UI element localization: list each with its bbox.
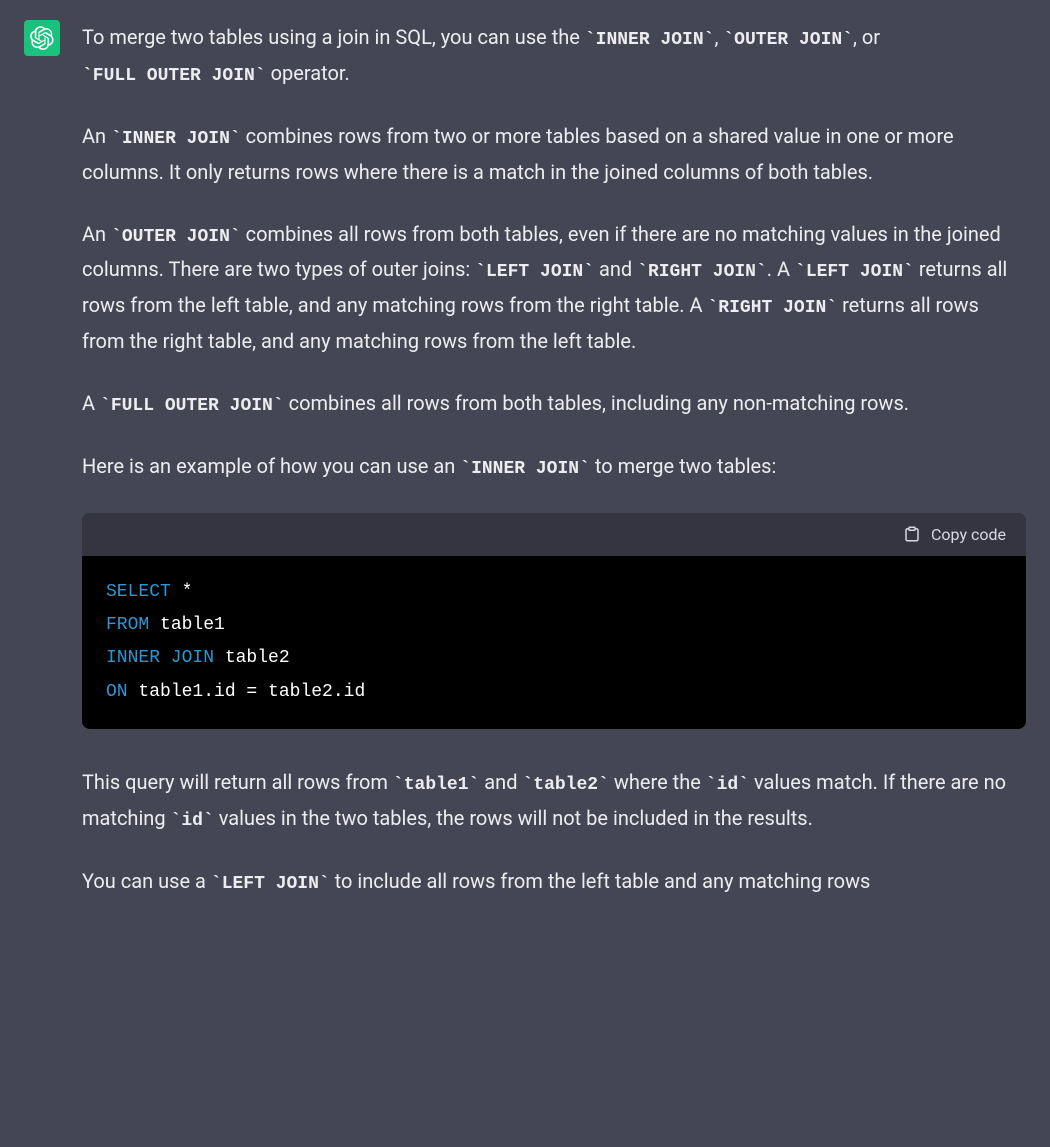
- inline-code: `FULL OUTER JOIN`: [100, 396, 284, 416]
- inline-code: `INNER JOIN`: [111, 129, 241, 149]
- code-line: FROM table1: [106, 609, 1002, 642]
- inline-code: `RIGHT JOIN`: [708, 298, 838, 318]
- copy-code-label: Copy code: [931, 525, 1006, 544]
- copy-code-button[interactable]: Copy code: [903, 525, 1006, 544]
- text: combines all rows from both tables, incl…: [284, 391, 909, 415]
- code-block: Copy code SELECT * FROM table1 INNER JOI…: [82, 513, 1026, 729]
- inline-code: `LEFT JOIN`: [795, 262, 914, 282]
- sql-text: table1: [149, 615, 225, 635]
- text: To merge two tables using a join in SQL,…: [82, 25, 585, 49]
- sql-keyword: SELECT: [106, 582, 171, 602]
- text: You can use a: [82, 869, 211, 893]
- text: and: [594, 257, 637, 281]
- inline-code: `INNER JOIN`: [460, 459, 590, 479]
- message-content: To merge two tables using a join in SQL,…: [82, 20, 1026, 900]
- text: values in the two tables, the rows will …: [214, 806, 813, 830]
- inline-code: `table1`: [393, 775, 479, 795]
- inline-code: `LEFT JOIN`: [211, 874, 330, 894]
- text: to include all rows from the left table …: [330, 869, 871, 893]
- assistant-message: To merge two tables using a join in SQL,…: [0, 0, 1050, 920]
- code-content: SELECT * FROM table1 INNER JOIN table2 O…: [82, 556, 1026, 729]
- sql-text: table2: [214, 648, 290, 668]
- inline-code: `OUTER JOIN`: [723, 30, 853, 50]
- code-line: ON table1.id = table2.id: [106, 676, 1002, 709]
- sql-keyword: ON: [106, 682, 128, 702]
- code-line: INNER JOIN table2: [106, 642, 1002, 675]
- inline-code: `OUTER JOIN`: [111, 227, 241, 247]
- inline-code: `table2`: [522, 775, 608, 795]
- inline-code: `RIGHT JOIN`: [637, 262, 767, 282]
- sql-keyword: INNER JOIN: [106, 648, 214, 668]
- inline-code: `id`: [171, 811, 214, 831]
- text: to merge two tables:: [590, 454, 776, 478]
- paragraph: A `FULL OUTER JOIN` combines all rows fr…: [82, 386, 1026, 422]
- text: and: [479, 770, 522, 794]
- text: An: [82, 222, 111, 246]
- text: operator.: [266, 61, 350, 85]
- assistant-avatar: [24, 20, 60, 56]
- text: , or: [853, 25, 880, 49]
- clipboard-icon: [903, 525, 921, 543]
- text: where the: [609, 770, 706, 794]
- text: . A: [767, 257, 795, 281]
- sql-text: *: [171, 582, 193, 602]
- text: A: [82, 391, 100, 415]
- code-line: SELECT *: [106, 576, 1002, 609]
- inline-code: `LEFT JOIN`: [475, 262, 594, 282]
- paragraph: An `OUTER JOIN` combines all rows from b…: [82, 217, 1026, 358]
- inline-code: `id`: [706, 775, 749, 795]
- text: An: [82, 124, 111, 148]
- sql-keyword: FROM: [106, 615, 149, 635]
- sql-text: table1.id = table2.id: [128, 682, 366, 702]
- text: This query will return all rows from: [82, 770, 393, 794]
- paragraph: To merge two tables using a join in SQL,…: [82, 20, 1026, 91]
- paragraph: Here is an example of how you can use an…: [82, 449, 1026, 485]
- code-header: Copy code: [82, 513, 1026, 556]
- openai-logo-icon: [30, 26, 54, 50]
- paragraph: You can use a `LEFT JOIN` to include all…: [82, 864, 1026, 900]
- paragraph: An `INNER JOIN` combines rows from two o…: [82, 119, 1026, 189]
- inline-code: `INNER JOIN`: [585, 30, 715, 50]
- inline-code: `FULL OUTER JOIN`: [82, 66, 266, 86]
- text: Here is an example of how you can use an: [82, 454, 460, 478]
- paragraph: This query will return all rows from `ta…: [82, 765, 1026, 836]
